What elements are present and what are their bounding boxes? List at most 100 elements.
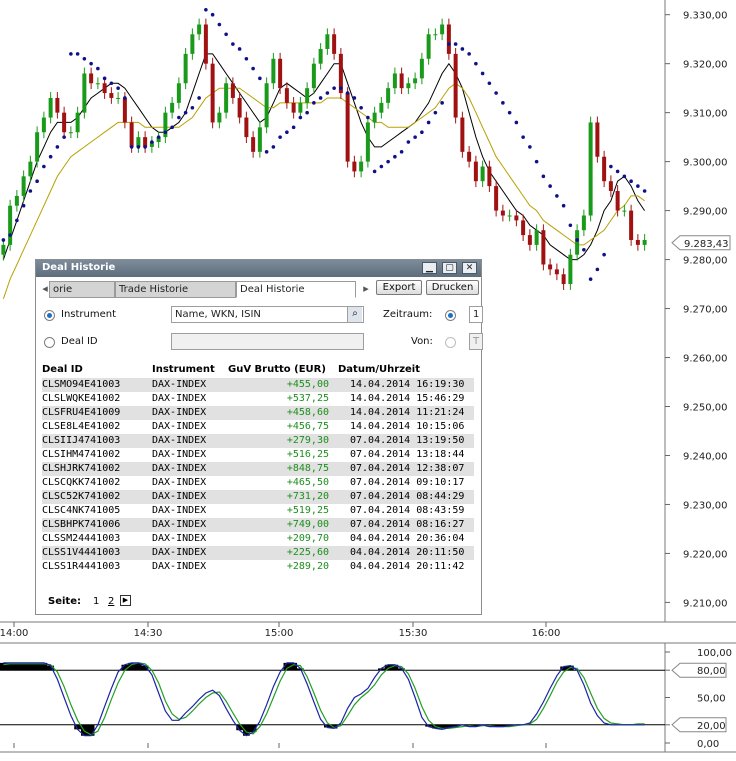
table-row[interactable]: CLSIHM4741002 DAX-INDEX +516,25 07.04.2014 … bbox=[42, 448, 474, 462]
price-tick-label: 9.280,00 bbox=[683, 256, 728, 267]
candle-body bbox=[1, 244, 6, 255]
pnl-cell: +465,50 bbox=[286, 477, 329, 488]
table-row[interactable]: CLSCQKK741002 DAX-INDEX +465,50 07.04.2014 … bbox=[42, 476, 474, 490]
candle-body bbox=[197, 24, 202, 35]
table-row[interactable]: CLSMO94E41003 DAX-INDEX +455,00 14.04.2014 … bbox=[42, 378, 474, 392]
candle-body bbox=[176, 83, 181, 103]
sar-dot bbox=[406, 140, 411, 144]
table-row[interactable]: CLSHJRK741002 DAX-INDEX +848,75 07.04.2014 … bbox=[42, 462, 474, 476]
table-row[interactable]: CLSIIJ4741003 DAX-INDEX +279,30 07.04.2014 … bbox=[42, 434, 474, 448]
candle-body bbox=[392, 73, 397, 89]
tab-deal-history[interactable]: Deal Historie bbox=[236, 281, 356, 298]
sar-dot bbox=[102, 76, 107, 81]
candle-body bbox=[372, 112, 377, 123]
sar-dot bbox=[21, 203, 26, 208]
sar-dot bbox=[156, 135, 161, 139]
sar-dot bbox=[210, 12, 215, 17]
dialog-titlebar[interactable]: Deal Historie ▁ ▢ ✕ bbox=[36, 260, 481, 277]
period-select[interactable]: 1 bbox=[469, 306, 483, 323]
sar-dot bbox=[264, 150, 269, 154]
pnl-cell: +731,20 bbox=[286, 491, 329, 502]
column-header-deal-id[interactable]: Deal ID bbox=[42, 364, 83, 375]
time-tick-label: 14:00 bbox=[0, 628, 28, 639]
page-link-2[interactable]: 2 bbox=[108, 596, 114, 607]
sar-dot bbox=[480, 71, 485, 76]
sar-dot bbox=[555, 194, 559, 198]
candle-body bbox=[406, 83, 411, 89]
candle-body bbox=[278, 58, 283, 89]
page-link-1[interactable]: 1 bbox=[93, 596, 99, 607]
minimize-icon[interactable]: ▁ bbox=[422, 262, 437, 274]
candle-body bbox=[521, 220, 526, 236]
from-date-input[interactable]: T bbox=[469, 333, 483, 350]
instrument-radio[interactable] bbox=[44, 310, 55, 321]
instrument-cell: DAX-INDEX bbox=[152, 505, 207, 516]
page-label: Seite: bbox=[48, 596, 81, 607]
from-radio[interactable] bbox=[445, 337, 456, 348]
tab-history-partial[interactable]: orie bbox=[49, 281, 115, 298]
tab-scroll-right-icon[interactable]: ▸ bbox=[359, 282, 373, 297]
table-row[interactable]: CLSBHPK741006 DAX-INDEX +749,00 07.04.2014 … bbox=[42, 518, 474, 532]
candle-body bbox=[561, 274, 566, 285]
sar-dot bbox=[582, 247, 586, 252]
sar-dot bbox=[568, 223, 573, 228]
sar-dot bbox=[204, 7, 208, 12]
close-icon[interactable]: ✕ bbox=[462, 262, 477, 274]
oscillator-tick-label: 50,00 bbox=[697, 694, 726, 705]
sar-dot bbox=[177, 115, 181, 120]
sar-dot bbox=[514, 120, 519, 125]
deal-id-radio[interactable] bbox=[44, 337, 55, 348]
last-price-label: 9.283,43 bbox=[684, 239, 729, 250]
sar-dot bbox=[129, 145, 134, 149]
search-icon[interactable]: ⌕ bbox=[347, 307, 362, 322]
sar-dot bbox=[447, 42, 451, 46]
table-row[interactable]: CLSC4NK741005 DAX-INDEX +519,25 07.04.2014 … bbox=[42, 504, 474, 518]
sar-dot bbox=[399, 150, 404, 154]
candle-body bbox=[581, 215, 586, 231]
maximize-icon[interactable]: ▢ bbox=[442, 262, 457, 274]
column-header-pnl[interactable]: GuV Brutto (EUR) bbox=[228, 364, 326, 375]
sar-dot bbox=[622, 174, 627, 179]
sar-dot bbox=[136, 145, 141, 149]
print-button[interactable]: Drucken bbox=[426, 280, 479, 295]
deal-id-cell: CLSMO94E41003 bbox=[42, 379, 121, 390]
column-header-instrument[interactable]: Instrument bbox=[152, 364, 215, 375]
sar-dot bbox=[636, 184, 640, 188]
candle-body bbox=[359, 161, 364, 172]
candle-body bbox=[203, 24, 208, 64]
next-page-icon[interactable]: ▶ bbox=[120, 595, 131, 606]
table-row[interactable]: CLSFRU4E41009 DAX-INDEX +458,60 14.04.2014 … bbox=[42, 406, 474, 420]
table-row[interactable]: CLSSM24441003 DAX-INDEX +209,70 04.04.2014 … bbox=[42, 532, 474, 546]
candle-body bbox=[433, 34, 438, 36]
oscillator-tick-label: 20,00 bbox=[697, 721, 726, 732]
candle-body bbox=[183, 53, 188, 84]
candle-body bbox=[28, 161, 33, 177]
table-row[interactable]: CLSLWQKE41002 DAX-INDEX +537,25 14.04.2014 … bbox=[42, 392, 474, 406]
candle-body bbox=[332, 34, 337, 54]
candle-body bbox=[629, 210, 634, 240]
pnl-cell: +537,25 bbox=[286, 393, 329, 404]
column-header-datetime[interactable]: Datum/Uhrzeit bbox=[338, 364, 420, 375]
sar-dot bbox=[602, 252, 606, 257]
candle-body bbox=[129, 122, 134, 147]
candle-body bbox=[35, 132, 40, 162]
table-row[interactable]: CLSE8L4E41002 DAX-INDEX +456,75 14.04.2014 … bbox=[42, 420, 474, 434]
deal-id-input[interactable] bbox=[171, 333, 364, 350]
candle-body bbox=[399, 73, 404, 89]
table-row[interactable]: CLSS1R4441003 DAX-INDEX +289,20 04.04.2014 … bbox=[42, 560, 474, 574]
period-radio[interactable] bbox=[445, 310, 456, 321]
pnl-cell: +456,75 bbox=[286, 421, 329, 432]
candle-body bbox=[568, 254, 573, 285]
tab-trade-history[interactable]: Trade Historie bbox=[115, 281, 236, 298]
candle-body bbox=[190, 34, 195, 54]
table-row[interactable]: CLSS1V4441003 DAX-INDEX +225,60 04.04.2014 … bbox=[42, 546, 474, 560]
period-label: Zeitraum: bbox=[383, 309, 433, 320]
table-row[interactable]: CLSC52K741002 DAX-INDEX +731,20 07.04.2014 … bbox=[42, 490, 474, 504]
instrument-search-input[interactable]: Name, WKN, ISIN bbox=[171, 306, 364, 323]
deal-id-cell: CLSC52K741002 bbox=[42, 491, 121, 502]
sar-dot bbox=[325, 91, 330, 95]
sar-dot bbox=[298, 115, 303, 120]
export-button[interactable]: Export bbox=[376, 280, 422, 295]
instrument-label: Instrument bbox=[61, 309, 117, 320]
datetime-cell: 07.04.2014 09:10:17 bbox=[350, 477, 465, 488]
